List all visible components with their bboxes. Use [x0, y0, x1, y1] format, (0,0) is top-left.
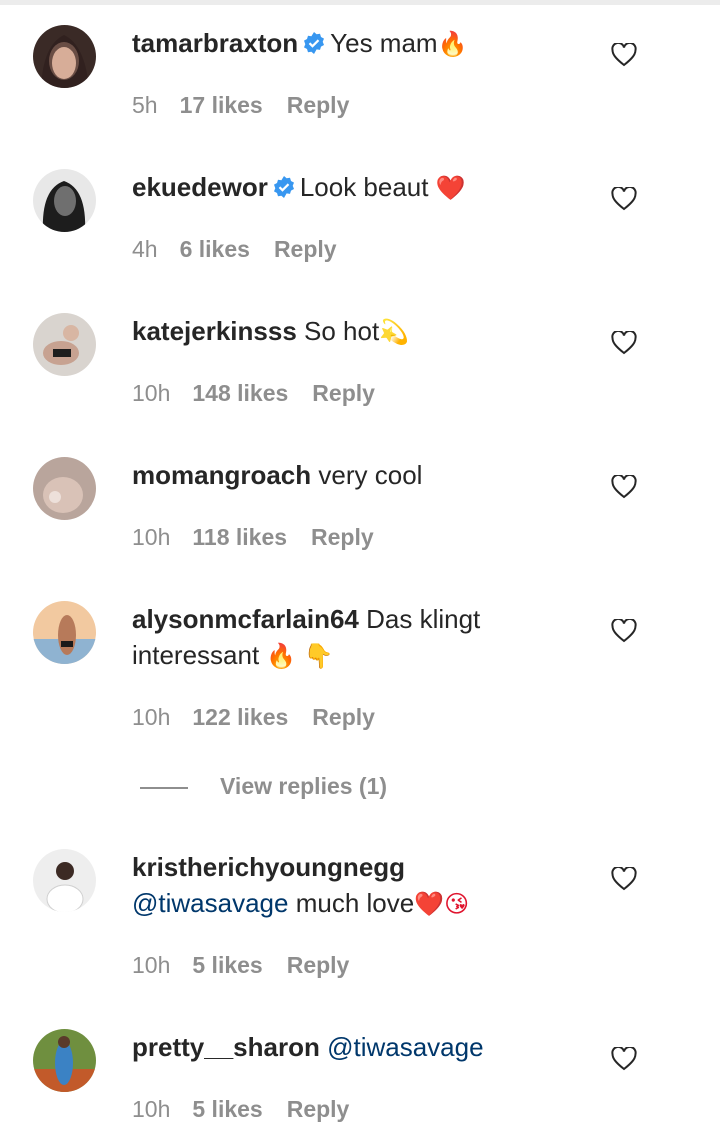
reply-button[interactable]: Reply [287, 952, 350, 978]
comment-username[interactable]: ekuedewor [132, 172, 268, 202]
comment-time: 5h [132, 92, 158, 118]
comment-emoji: 🔥 👇 [266, 642, 334, 670]
view-replies-button[interactable]: View replies (1) [140, 772, 387, 800]
like-heart-icon[interactable] [611, 41, 637, 67]
comment-time: 10h [132, 380, 171, 406]
comment-username[interactable]: momangroach [132, 460, 311, 490]
comment-emoji: ❤️ [435, 174, 466, 202]
avatar[interactable] [33, 169, 96, 232]
reply-button[interactable]: Reply [311, 524, 374, 550]
comment-username[interactable]: kristherichyoungnegg [132, 852, 405, 882]
verified-badge-icon [302, 28, 326, 64]
reply-button[interactable]: Reply [287, 1096, 350, 1122]
reply-button[interactable]: Reply [312, 704, 375, 730]
comment-text: very cool [318, 460, 423, 490]
avatar[interactable] [33, 601, 96, 664]
comment-text: Yes mam [330, 28, 438, 58]
reply-button[interactable]: Reply [287, 92, 350, 118]
avatar[interactable] [33, 849, 96, 912]
comment-username[interactable]: alysonmcfarlain64 [132, 604, 359, 634]
comment-emoji: 💫 [379, 318, 410, 346]
comment-emoji: 🔥 [437, 30, 468, 58]
comment-username[interactable]: tamarbraxton [132, 28, 298, 58]
like-heart-icon[interactable] [611, 865, 637, 891]
reply-button[interactable]: Reply [312, 380, 375, 406]
comment-emoji: ❤️😘 [414, 890, 470, 918]
comment-text-continued: interessant [132, 640, 267, 670]
comment-time: 10h [132, 1096, 171, 1122]
comment-likes[interactable]: 122 likes [192, 704, 288, 730]
comment-username[interactable]: katejerkinsss [132, 316, 297, 346]
comment-time: 4h [132, 236, 158, 262]
comment-likes[interactable]: 6 likes [180, 236, 250, 262]
comment-time: 10h [132, 524, 171, 550]
avatar[interactable] [33, 313, 96, 376]
avatar[interactable] [33, 1029, 96, 1092]
comment-likes[interactable]: 5 likes [192, 952, 262, 978]
comment-text: much love [288, 888, 415, 918]
like-heart-icon[interactable] [611, 473, 637, 499]
comment-likes[interactable]: 148 likes [192, 380, 288, 406]
comment-time: 10h [132, 952, 171, 978]
comment-likes[interactable]: 5 likes [192, 1096, 262, 1122]
comment-username[interactable]: pretty__sharon [132, 1032, 320, 1062]
comment-likes[interactable]: 118 likes [192, 524, 287, 550]
avatar[interactable] [33, 457, 96, 520]
comment-mention-link[interactable]: @tiwasavage [132, 888, 288, 918]
avatar[interactable] [33, 25, 96, 88]
verified-badge-icon [272, 172, 296, 208]
comment-mention-link[interactable]: @tiwasavage [327, 1032, 483, 1062]
comment-text: So hot [304, 316, 380, 346]
view-replies-label: View replies (1) [220, 773, 388, 799]
like-heart-icon[interactable] [611, 617, 637, 643]
comment-time: 10h [132, 704, 171, 730]
top-divider [0, 0, 720, 5]
view-replies-dash [140, 786, 188, 789]
reply-button[interactable]: Reply [274, 236, 337, 262]
like-heart-icon[interactable] [611, 185, 637, 211]
like-heart-icon[interactable] [611, 1045, 637, 1071]
comment-text: Look beaut [299, 172, 436, 202]
comment-text: Das klingt [366, 604, 481, 634]
comment-likes[interactable]: 17 likes [180, 92, 263, 118]
like-heart-icon[interactable] [611, 329, 637, 355]
